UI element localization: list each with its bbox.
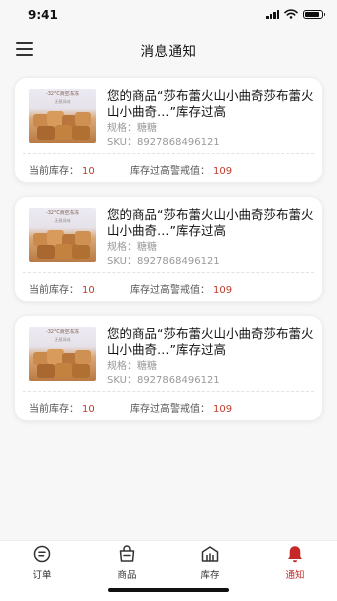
tab-orders[interactable]: 订单 (12, 544, 72, 581)
product-sku: SKU：8927868496121 (107, 137, 220, 148)
product-thumbnail: -32°C真空冻冻 无损风味 (29, 208, 96, 262)
product-sku: SKU：8927868496121 (107, 256, 220, 267)
cellular-signal-icon (266, 9, 279, 19)
cookie-pieces-image (33, 349, 91, 378)
cookie-pieces-image (33, 230, 91, 259)
tab-label: 订单 (32, 570, 52, 581)
tab-products[interactable]: 商品 (97, 544, 157, 581)
product-thumbnail: -32°C真空冻冻 无损风味 (29, 327, 96, 381)
threshold-value: 109 (213, 404, 233, 415)
product-spec: 规格：糖糖 (107, 361, 157, 372)
notification-message: 您的商品“莎布蕾火山小曲奇莎布蕾火山小曲奇…”库存过高 (107, 207, 314, 238)
current-stock-label: 当前库存： (29, 285, 79, 296)
thumbnail-caption: -32°C真空冻冻 (46, 92, 79, 97)
dashed-divider (23, 272, 314, 273)
thumbnail-subcaption: 无损风味 (54, 337, 71, 342)
threshold-value: 109 (213, 166, 233, 177)
tab-label: 库存 (200, 570, 220, 581)
tab-label: 通知 (285, 570, 305, 581)
order-icon (33, 545, 51, 563)
current-stock-value: 10 (82, 404, 95, 415)
threshold-label: 库存过高警戒值： (130, 166, 210, 177)
product-spec: 规格：糖糖 (107, 242, 157, 253)
status-time: 9:41 (28, 8, 58, 22)
home-indicator[interactable] (108, 588, 229, 592)
bell-icon (288, 546, 302, 563)
page-title: 消息通知 (140, 44, 197, 60)
wifi-icon (284, 9, 298, 19)
battery-icon (303, 9, 325, 19)
product-sku: SKU：8927868496121 (107, 375, 220, 386)
tab-notifications[interactable]: 通知 (265, 544, 325, 581)
cookie-pieces-image (33, 111, 91, 140)
current-stock-label: 当前库存： (29, 166, 79, 177)
current-stock-label: 当前库存： (29, 404, 79, 415)
notification-message: 您的商品“莎布蕾火山小曲奇莎布蕾火山小曲奇…”库存过高 (107, 326, 314, 357)
tab-label: 商品 (117, 570, 137, 581)
thumbnail-subcaption: 无损风味 (54, 218, 71, 223)
notification-card[interactable]: -32°C真空冻冻 无损风味 您的商品“莎布蕾火山小曲奇莎布蕾火山小曲奇…”库存… (14, 196, 323, 302)
thumbnail-caption: -32°C真空冻冻 (46, 330, 79, 335)
notification-list: -32°C真空冻冻 无损风味 您的商品“莎布蕾火山小曲奇莎布蕾火山小曲奇…”库存… (14, 77, 323, 434)
threshold-label: 库存过高警戒值： (130, 285, 210, 296)
product-spec: 规格：糖糖 (107, 123, 157, 134)
stock-threshold: 库存过高警戒值： 109 (130, 162, 232, 177)
stock-threshold: 库存过高警戒值： 109 (130, 400, 232, 415)
inventory-icon (201, 546, 219, 562)
status-icons (266, 9, 325, 19)
thumbnail-subcaption: 无损风味 (54, 99, 71, 104)
threshold-value: 109 (213, 285, 233, 296)
notification-message: 您的商品“莎布蕾火山小曲奇莎布蕾火山小曲奇…”库存过高 (107, 88, 314, 119)
dashed-divider (23, 391, 314, 392)
current-stock: 当前库存： 10 (29, 162, 95, 177)
thumbnail-caption: -32°C真空冻冻 (46, 211, 79, 216)
current-stock-value: 10 (82, 285, 95, 296)
current-stock: 当前库存： 10 (29, 281, 95, 296)
stock-threshold: 库存过高警戒值： 109 (130, 281, 232, 296)
product-thumbnail: -32°C真空冻冻 无损风味 (29, 89, 96, 143)
current-stock-value: 10 (82, 166, 95, 177)
tab-inventory[interactable]: 库存 (180, 544, 240, 581)
current-stock: 当前库存： 10 (29, 400, 95, 415)
dashed-divider (23, 153, 314, 154)
threshold-label: 库存过高警戒值： (130, 404, 210, 415)
product-bag-icon (119, 545, 135, 562)
notification-card[interactable]: -32°C真空冻冻 无损风味 您的商品“莎布蕾火山小曲奇莎布蕾火山小曲奇…”库存… (14, 315, 323, 421)
notification-card[interactable]: -32°C真空冻冻 无损风味 您的商品“莎布蕾火山小曲奇莎布蕾火山小曲奇…”库存… (14, 77, 323, 183)
nav-bar: 消息通知 (0, 30, 337, 68)
status-bar: 9:41 (0, 0, 337, 30)
